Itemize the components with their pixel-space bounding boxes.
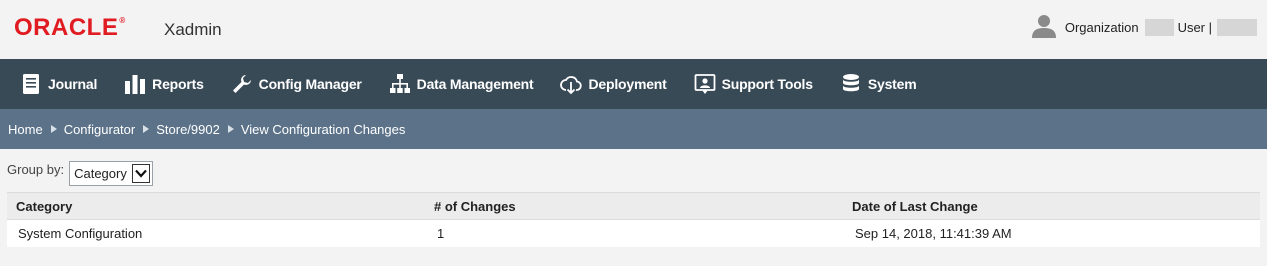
user-icon[interactable]: [1031, 13, 1057, 39]
nav-support-tools[interactable]: Support Tools: [694, 59, 813, 109]
nav-system-label: System: [867, 76, 917, 92]
nav-reports[interactable]: Reports: [124, 59, 204, 109]
nav-support-tools-label: Support Tools: [721, 76, 813, 92]
oracle-logo: ORACLE®: [14, 14, 126, 41]
nav-config-manager-label: Config Manager: [258, 76, 362, 92]
breadcrumb-separator-icon: [50, 125, 57, 133]
changes-table: Category # of Changes Date of Last Chang…: [7, 192, 1260, 247]
breadcrumb-separator-icon: [143, 125, 150, 133]
support-icon: [694, 74, 715, 94]
breadcrumb-separator-icon: [227, 125, 234, 133]
cell-date: Sep 14, 2018, 11:41:39 AM: [855, 226, 1012, 241]
table-header: Category # of Changes Date of Last Chang…: [7, 192, 1260, 220]
hierarchy-icon: [389, 74, 410, 93]
cell-category: System Configuration: [18, 226, 143, 241]
user-area: Organization User |: [1031, 15, 1257, 38]
reports-icon: [125, 75, 146, 94]
user-label: User |: [1177, 19, 1212, 35]
group-by-value: Category: [74, 166, 127, 181]
column-header-changes[interactable]: # of Changes: [434, 199, 852, 214]
cell-changes: 1: [437, 226, 445, 241]
nav-data-management-label: Data Management: [416, 76, 534, 92]
wrench-icon: [232, 75, 251, 93]
nav-deployment-label: Deployment: [588, 76, 667, 92]
breadcrumb-store[interactable]: Store/9902: [156, 122, 220, 137]
nav-system[interactable]: System: [840, 59, 917, 109]
breadcrumb-home[interactable]: Home: [8, 122, 43, 137]
cloud-download-icon: [560, 76, 583, 95]
database-icon: [842, 74, 859, 92]
table-row[interactable]: System Configuration 1 Sep 14, 2018, 11:…: [7, 220, 1260, 247]
main-nav: Journal Reports Config Manager Data Mana…: [0, 59, 1267, 109]
nav-reports-label: Reports: [152, 76, 204, 92]
organization-value-redacted: [1144, 18, 1174, 36]
column-header-category[interactable]: Category: [7, 199, 434, 214]
breadcrumb: Home Configurator Store/9902 View Config…: [0, 109, 1267, 149]
group-by-label: Group by:: [7, 162, 65, 177]
group-by-select[interactable]: Category: [69, 161, 154, 186]
nav-config-manager[interactable]: Config Manager: [231, 59, 362, 109]
chevron-down-icon: [132, 164, 151, 183]
journal-icon: [23, 74, 39, 94]
nav-data-management[interactable]: Data Management: [389, 59, 534, 109]
nav-journal[interactable]: Journal: [20, 59, 97, 109]
organization-label: Organization: [1064, 19, 1139, 35]
breadcrumb-configurator[interactable]: Configurator: [64, 122, 136, 137]
group-by-control: Group by: Category: [7, 160, 154, 186]
nav-journal-label: Journal: [48, 76, 98, 92]
user-value-redacted: [1217, 18, 1257, 36]
top-bar: ORACLE® Xadmin Organization User |: [0, 0, 1267, 59]
breadcrumb-current: View Configuration Changes: [240, 121, 406, 137]
column-header-date[interactable]: Date of Last Change: [852, 199, 1260, 214]
app-name: Xadmin: [164, 20, 222, 39]
nav-deployment[interactable]: Deployment: [560, 59, 667, 109]
